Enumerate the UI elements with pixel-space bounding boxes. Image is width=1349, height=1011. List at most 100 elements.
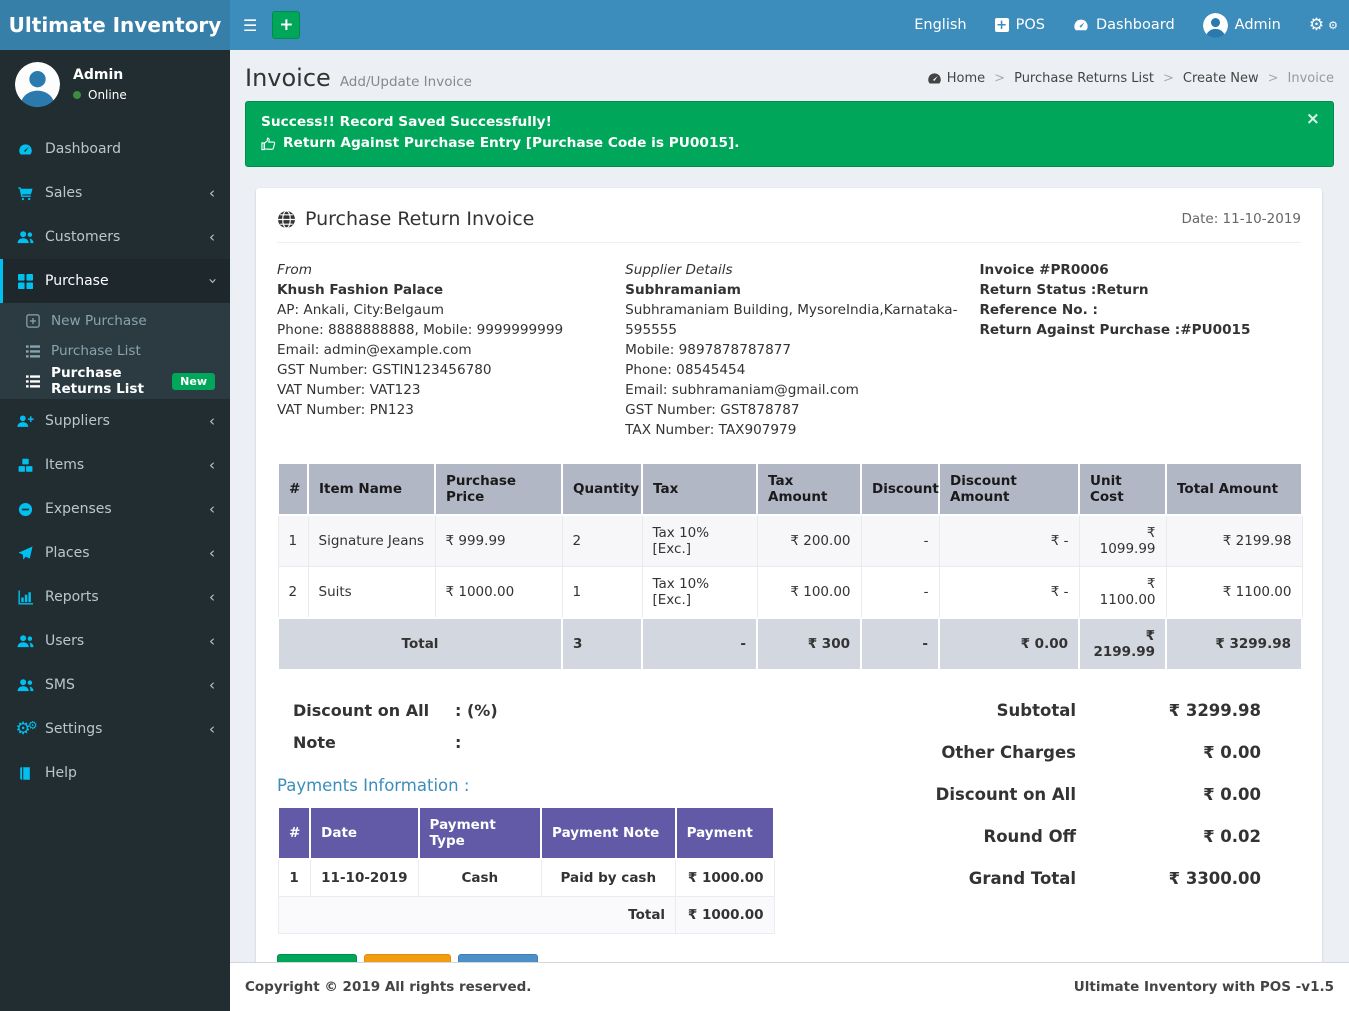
supplier-block: Supplier Details Subhramaniam Subhramani… [625,260,979,440]
avatar [1203,13,1228,38]
invoice-meta-block: Invoice #PR0006 Return Status :Return Re… [979,260,1301,440]
summary-discount-on-all: Discount on All ₹ 0.00 [916,785,1261,804]
breadcrumb-separator: > [994,71,1005,86]
address-row: From Khush Fashion Palace AP: Ankali, Ci… [277,260,1301,440]
globe-icon [277,210,296,229]
sidebar-toggle-hamburger-icon[interactable]: ☰ [230,0,270,50]
dashboard-link[interactable]: Dashboard [1059,0,1189,50]
breadcrumb: Home > Purchase Returns List > Create Ne… [927,71,1334,86]
payments-total-row: Total ₹ 1000.00 [278,897,774,934]
chevron-left-icon: ‹ [209,632,215,650]
payment-row: 1 11-10-2019 Cash Paid by cash ₹ 1000.00 [278,859,774,897]
sidebar: Admin Online Dashboard Sales ‹ Customers… [0,50,230,1011]
pdf-button[interactable]: PDF [458,954,537,962]
items-total-row: Total 3 - ₹ 300 - ₹ 0.00 ₹ 2199.99 ₹ 329… [278,618,1302,670]
new-badge: New [172,373,215,390]
sidebar-item-sales[interactable]: Sales ‹ [0,171,230,215]
list-icon [24,345,41,358]
list-icon [24,375,41,388]
sidebar-item-items[interactable]: Items ‹ [0,443,230,487]
book-icon [15,766,35,781]
content-header: Invoice Add/Update Invoice Home > Purcha… [230,50,1349,92]
version-text: Ultimate Inventory with POS -v1.5 [1074,979,1334,995]
from-name: Khush Fashion Palace [277,280,605,300]
close-icon[interactable]: × [1306,111,1320,128]
brand-logo[interactable]: Ultimate Inventory [0,0,230,50]
avatar [15,62,60,107]
items-table-header: # Item Name Purchase Price Quantity Tax … [278,463,1302,515]
sidebar-item-dashboard[interactable]: Dashboard [0,127,230,171]
sidebar-item-purchase-list[interactable]: Purchase List [0,336,230,366]
users-icon [15,230,35,244]
sidebar-user-name: Admin [73,67,127,83]
breadcrumb-separator: > [1268,71,1279,86]
sidebar-item-suppliers[interactable]: Suppliers ‹ [0,399,230,443]
sidebar-item-new-purchase[interactable]: New Purchase [0,306,230,336]
alert-line1: Success!! Record Saved Successfully! [261,112,1318,133]
tachometer-icon [15,142,35,157]
tachometer-icon [1073,17,1089,33]
invoice-title: Purchase Return Invoice [305,208,534,230]
reference-no: Reference No. : [979,300,1301,320]
plus-square-icon: + [995,18,1009,32]
sidebar-item-settings[interactable]: ⚙⚙ Settings ‹ [0,707,230,751]
chevron-left-icon: ‹ [209,456,215,474]
plus-square-icon [24,314,41,328]
discount-on-all-line: Discount on All : (%) [277,701,916,720]
sidebar-item-purchase-returns-list[interactable]: Purchase Returns List New [0,366,230,396]
return-status: Return Status :Return [979,280,1301,300]
settings-gears-icon[interactable]: ⚙⚙ [1295,0,1349,50]
sidebar-item-reports[interactable]: Reports ‹ [0,575,230,619]
sidebar-user-panel: Admin Online [0,50,230,119]
sidebar-item-places[interactable]: Places ‹ [0,531,230,575]
sidebar-item-expenses[interactable]: Expenses ‹ [0,487,230,531]
chevron-left-icon: ‹ [209,720,215,738]
user-plus-icon [15,414,35,428]
th-large-icon [15,274,35,289]
invoice-number: Invoice #PR0006 [979,260,1301,280]
summary-round-off: Round Off ₹ 0.02 [916,827,1261,846]
users-icon [15,678,35,692]
chevron-down-icon: ‹ [203,278,221,284]
action-buttons: Edit Print PDF [277,954,916,962]
gears-icon: ⚙⚙ [15,719,35,739]
breadcrumb-home[interactable]: Home [927,71,985,86]
sidebar-item-help[interactable]: Help [0,751,230,795]
quick-add-button[interactable]: + [272,11,300,39]
return-against-purchase: Return Against Purchase :#PU0015 [979,320,1301,340]
table-row: 2 Suits ₹ 1000.00 1 Tax 10%[Exc.] ₹ 100.… [278,567,1302,619]
supplier-name: Subhramaniam [625,280,959,300]
top-navbar: Ultimate Inventory ☰ + English + POS Das… [0,0,1349,50]
payments-heading: Payments Information : [277,776,916,795]
summary-subtotal: Subtotal ₹ 3299.98 [916,701,1261,720]
language-menu[interactable]: English [900,0,980,50]
table-row: 1 Signature Jeans ₹ 999.99 2 Tax 10%[Exc… [278,515,1302,567]
sidebar-item-customers[interactable]: Customers ‹ [0,215,230,259]
pos-link[interactable]: + POS [981,0,1059,50]
chevron-left-icon: ‹ [209,544,215,562]
sidebar-item-purchase[interactable]: Purchase ‹ [0,259,230,303]
success-alert: Success!! Record Saved Successfully! Ret… [245,101,1334,167]
sidebar-item-users[interactable]: Users ‹ [0,619,230,663]
edit-button[interactable]: Edit [277,954,357,962]
note-line: Note : [277,733,916,752]
online-status-dot [73,91,81,99]
print-button[interactable]: Print [364,954,451,962]
content-area: Invoice Add/Update Invoice Home > Purcha… [230,50,1349,962]
breadcrumb-separator: > [1163,71,1174,86]
user-menu[interactable]: Admin [1189,0,1295,50]
shopping-cart-icon [15,186,35,201]
page-title: Invoice [245,64,331,92]
sidebar-item-sms[interactable]: SMS ‹ [0,663,230,707]
purchase-submenu: New Purchase Purchase List Purchase Retu… [0,303,230,399]
breadcrumb-create-new[interactable]: Create New [1183,71,1259,86]
copyright-text: Copyright © 2019 All rights reserved. [245,979,531,995]
page-footer: Copyright © 2019 All rights reserved. Ul… [230,962,1349,1011]
breadcrumb-purchase-returns-list[interactable]: Purchase Returns List [1014,71,1154,86]
sidebar-user-status[interactable]: Online [73,88,127,102]
paper-plane-icon [15,546,35,561]
invoice-date: Date: 11-10-2019 [1181,211,1301,227]
minus-circle-icon [15,502,35,517]
page-subtitle: Add/Update Invoice [340,74,472,90]
invoice-card-header: Purchase Return Invoice Date: 11-10-2019 [277,198,1301,243]
